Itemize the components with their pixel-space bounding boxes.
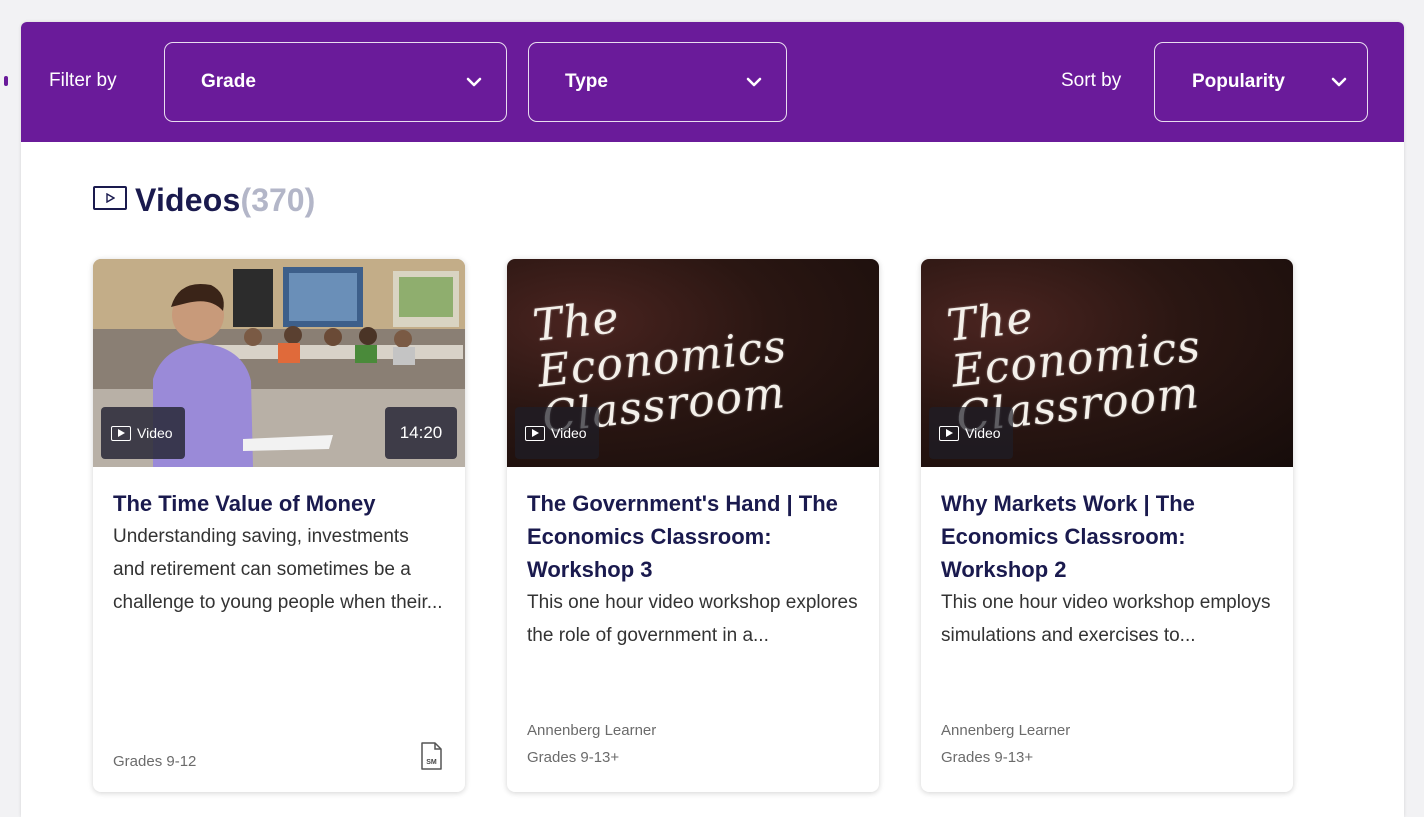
video-badge: Video [515, 407, 599, 459]
card-title[interactable]: The Government's Hand | The Economics Cl… [527, 487, 859, 586]
sm-document-icon: SM [421, 742, 442, 770]
section-title: Videos [135, 182, 241, 218]
card-description: This one hour video workshop employs sim… [941, 592, 1271, 646]
card-description: Understanding saving, investments and re… [113, 526, 443, 613]
card-publisher: Annenberg Learner [527, 722, 657, 739]
grade-dropdown-label: Grade [201, 71, 256, 92]
svg-text:SM: SM [426, 759, 437, 766]
card-title[interactable]: The Time Value of Money [113, 487, 445, 520]
type-dropdown-label: Type [565, 71, 608, 92]
play-icon [525, 425, 545, 441]
video-badge: Video [929, 407, 1013, 459]
card-grades: Grades 9-12 [113, 753, 197, 770]
video-badge-label: Video [551, 425, 587, 441]
chevron-down-icon [746, 77, 762, 87]
video-thumbnail[interactable]: Video 14:20 [93, 259, 465, 467]
card-grades: Grades 9-13+ [941, 749, 1034, 766]
sort-dropdown[interactable]: Popularity [1154, 42, 1368, 122]
grade-dropdown[interactable]: Grade [164, 42, 507, 122]
card-grades: Grades 9-13+ [527, 749, 620, 766]
card-publisher: Annenberg Learner [941, 722, 1071, 739]
video-card[interactable]: The Economics Classroom Video The Govern… [507, 259, 879, 792]
video-thumbnail[interactable]: The Economics Classroom Video [921, 259, 1293, 467]
video-badge-label: Video [137, 425, 173, 441]
page-edge-marker [4, 76, 8, 86]
filter-by-label: Filter by [49, 70, 117, 91]
chevron-down-icon [1331, 77, 1347, 87]
type-dropdown[interactable]: Type [528, 42, 787, 122]
video-card[interactable]: Video 14:20 The Time Value of Money Unde… [93, 259, 465, 792]
play-icon [939, 425, 959, 441]
video-icon [93, 185, 127, 210]
sort-dropdown-value: Popularity [1192, 71, 1285, 92]
video-badge-label: Video [965, 425, 1001, 441]
results-panel: Filter by Grade Type Sort by Popularity … [21, 22, 1404, 817]
section-header: Videos (370) [93, 182, 315, 219]
video-badge: Video [101, 407, 185, 459]
card-description: This one hour video workshop explores th… [527, 592, 858, 646]
sort-by-label: Sort by [1061, 70, 1122, 91]
filter-bar: Filter by Grade Type Sort by Popularity [21, 22, 1404, 142]
video-duration: 14:20 [385, 407, 457, 459]
video-thumbnail[interactable]: The Economics Classroom Video [507, 259, 879, 467]
play-icon [111, 425, 131, 441]
video-card[interactable]: The Economics Classroom Video Why Market… [921, 259, 1293, 792]
chevron-down-icon [466, 77, 482, 87]
card-title[interactable]: Why Markets Work | The Economics Classro… [941, 487, 1273, 586]
section-count: (370) [240, 182, 316, 218]
